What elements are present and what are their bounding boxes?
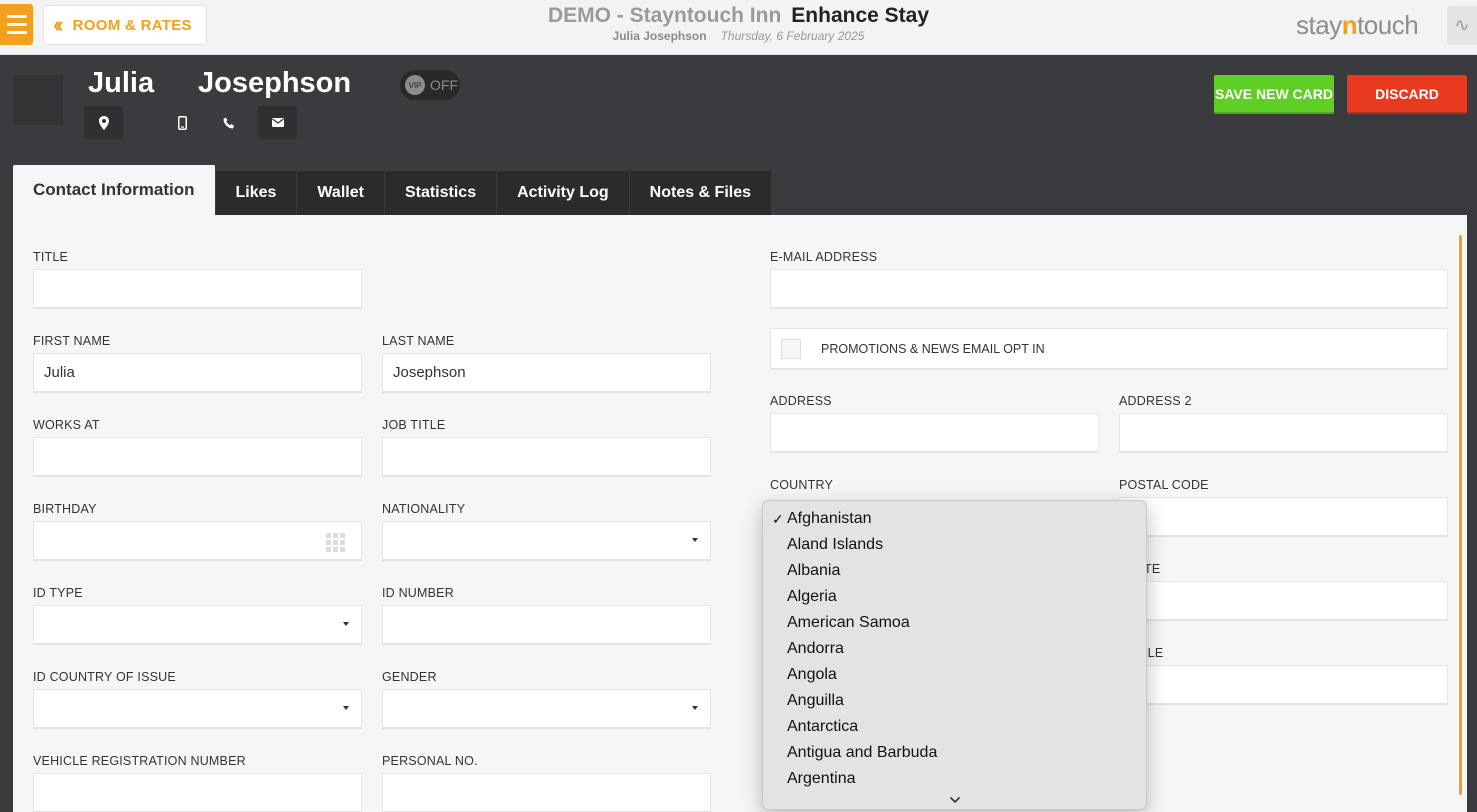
birthday-label: BIRTHDAY xyxy=(33,502,97,516)
country-option[interactable]: Albania xyxy=(763,558,1146,584)
country-option[interactable]: Antarctica xyxy=(763,714,1146,740)
personal-no-field[interactable] xyxy=(382,773,711,812)
activity-drawer-icon[interactable]: ∿ xyxy=(1447,6,1477,45)
top-bar: ‹‹ ROOM & RATES DEMO - Stayntouch Inn Enh… xyxy=(0,0,1477,55)
country-option[interactable]: Aland Islands xyxy=(763,532,1146,558)
title-label: TITLE xyxy=(33,250,69,264)
country-option[interactable]: American Samoa xyxy=(763,610,1146,636)
hotel-name: DEMO - Stayntouch Inn xyxy=(547,4,782,27)
address2-field[interactable] xyxy=(1119,413,1448,453)
vehicle-registration-label: VEHICLE REGISTRATION NUMBER xyxy=(33,754,246,768)
phone-icon[interactable] xyxy=(219,106,239,139)
gender-select[interactable] xyxy=(382,689,711,729)
birthday-field[interactable] xyxy=(33,521,362,561)
email-field[interactable] xyxy=(770,269,1448,309)
scrollbar[interactable] xyxy=(1459,235,1462,795)
tab-notes-files[interactable]: Notes & Files xyxy=(629,171,773,215)
title-field[interactable] xyxy=(33,269,362,309)
country-option[interactable]: Andorra xyxy=(763,636,1146,662)
page-title: DEMO - Stayntouch Inn Enhance Stay xyxy=(0,4,1477,28)
last-name-value: Josephson xyxy=(393,364,466,381)
nationality-label: NATIONALITY xyxy=(382,502,466,516)
address-label: ADDRESS xyxy=(770,394,832,408)
country-option[interactable]: Argentina xyxy=(763,766,1146,792)
location-icon[interactable] xyxy=(84,106,123,139)
job-title-label: JOB TITLE xyxy=(382,418,446,432)
email-opt-in-label: PROMOTIONS & NEWS EMAIL OPT IN xyxy=(821,341,1045,356)
calendar-icon[interactable] xyxy=(326,533,345,552)
guest-first-name: Julia xyxy=(88,67,155,99)
vip-toggle[interactable]: VIP OFF xyxy=(400,70,460,100)
last-name-label: LAST NAME xyxy=(382,334,455,348)
job-title-field[interactable] xyxy=(382,437,711,477)
discard-button[interactable]: DISCARD xyxy=(1347,75,1467,114)
business-date: Thursday, 6 February 2025 xyxy=(720,29,865,43)
personal-no-label: PERSONAL NO. xyxy=(382,754,478,768)
subtitle-guest-name: Julia Josephson xyxy=(612,29,707,43)
chevron-down-icon xyxy=(692,538,698,542)
country-label: COUNTRY xyxy=(770,478,833,492)
vip-knob: VIP xyxy=(405,75,425,95)
works-at-field[interactable] xyxy=(33,437,362,477)
profile-tabs: Contact Information Likes Wallet Statist… xyxy=(13,165,773,215)
checkmark-icon: ✓ xyxy=(772,510,784,527)
stayntouch-logo: stayntouch xyxy=(1296,10,1419,40)
avatar[interactable] xyxy=(13,75,63,125)
id-type-label: ID TYPE xyxy=(33,586,83,600)
last-name-field[interactable]: Josephson xyxy=(382,353,711,393)
nationality-select[interactable] xyxy=(382,521,711,561)
save-new-card-button[interactable]: SAVE NEW CARD xyxy=(1214,75,1334,114)
chevron-down-icon xyxy=(692,706,698,710)
email-opt-in-row: PROMOTIONS & NEWS EMAIL OPT IN xyxy=(770,328,1448,370)
email-label: E-MAIL ADDRESS xyxy=(770,250,878,264)
mobile-icon[interactable] xyxy=(172,106,192,139)
scroll-down-chevron-icon[interactable] xyxy=(763,793,1146,807)
country-option[interactable]: Angola xyxy=(763,662,1146,688)
tab-contact-information[interactable]: Contact Information xyxy=(13,165,216,215)
chevron-down-icon xyxy=(343,706,349,710)
email-icon[interactable] xyxy=(258,106,297,139)
postal-code-label: POSTAL CODE xyxy=(1119,478,1209,492)
country-option[interactable]: ✓ Afghanistan xyxy=(763,506,1146,532)
tab-likes[interactable]: Likes xyxy=(215,171,298,215)
vip-state: OFF xyxy=(430,77,458,93)
country-option[interactable]: Anguilla xyxy=(763,688,1146,714)
chevron-down-icon xyxy=(343,622,349,626)
id-country-label: ID COUNTRY OF ISSUE xyxy=(33,670,176,684)
id-number-field[interactable] xyxy=(382,605,711,645)
email-opt-in-checkbox[interactable] xyxy=(781,338,801,359)
tab-statistics[interactable]: Statistics xyxy=(384,171,498,215)
postal-code-field[interactable] xyxy=(1119,497,1448,537)
tab-activity-log[interactable]: Activity Log xyxy=(497,171,630,215)
works-at-label: WORKS AT xyxy=(33,418,100,432)
id-number-label: ID NUMBER xyxy=(382,586,454,600)
first-name-value: Julia xyxy=(44,364,75,381)
page-subtitle: Julia Josephson Thursday, 6 February 2025 xyxy=(0,29,1477,43)
id-type-select[interactable] xyxy=(33,605,362,645)
page-name: Enhance Stay xyxy=(791,4,930,27)
country-dropdown[interactable]: ✓ Afghanistan Aland Islands Albania Alger… xyxy=(762,500,1147,810)
state-field[interactable] xyxy=(1119,581,1448,621)
country-option[interactable]: Algeria xyxy=(763,584,1146,610)
address2-label: ADDRESS 2 xyxy=(1119,394,1192,408)
vehicle-registration-field[interactable] xyxy=(33,773,362,812)
tab-wallet[interactable]: Wallet xyxy=(297,171,385,215)
address-field[interactable] xyxy=(770,413,1099,453)
first-name-field[interactable]: Julia xyxy=(33,353,362,393)
gender-label: GENDER xyxy=(382,670,437,684)
first-name-label: FIRST NAME xyxy=(33,334,111,348)
id-country-select[interactable] xyxy=(33,689,362,729)
mobile-field[interactable] xyxy=(1119,665,1448,705)
guest-last-name: Josephson xyxy=(198,67,352,99)
country-option[interactable]: Antigua and Barbuda xyxy=(763,740,1146,766)
